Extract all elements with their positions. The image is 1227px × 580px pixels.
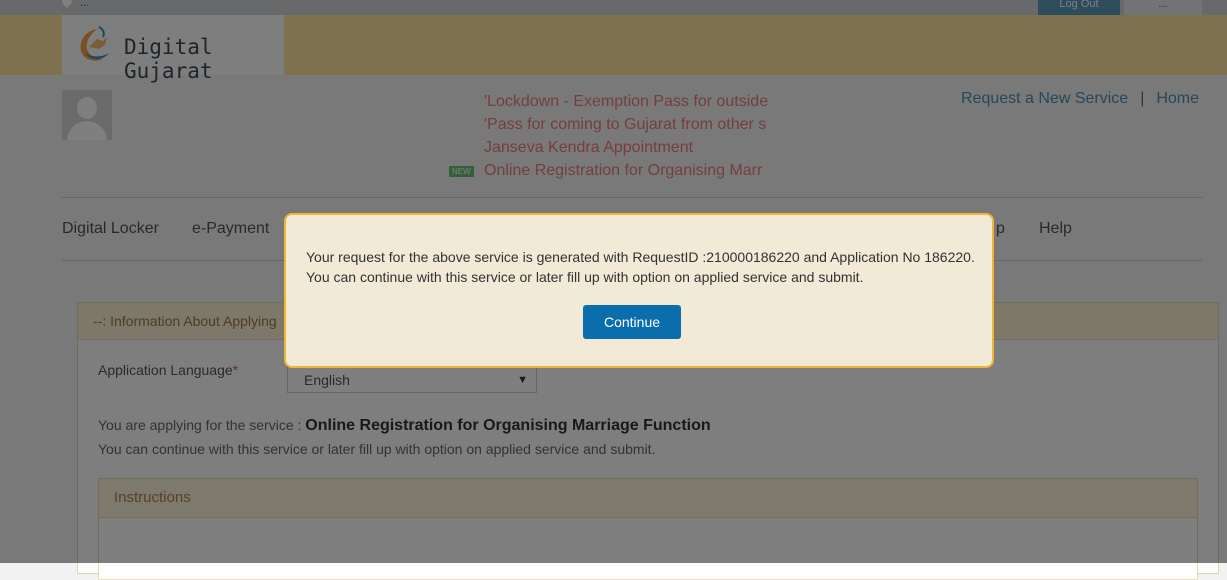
continue-button[interactable]: Continue [583,305,681,339]
dialog-message-line1: Your request for the above service is ge… [306,249,975,265]
request-generated-dialog: Your request for the above service is ge… [284,213,994,368]
dialog-message-line2: You can continue with this service or la… [306,269,864,285]
